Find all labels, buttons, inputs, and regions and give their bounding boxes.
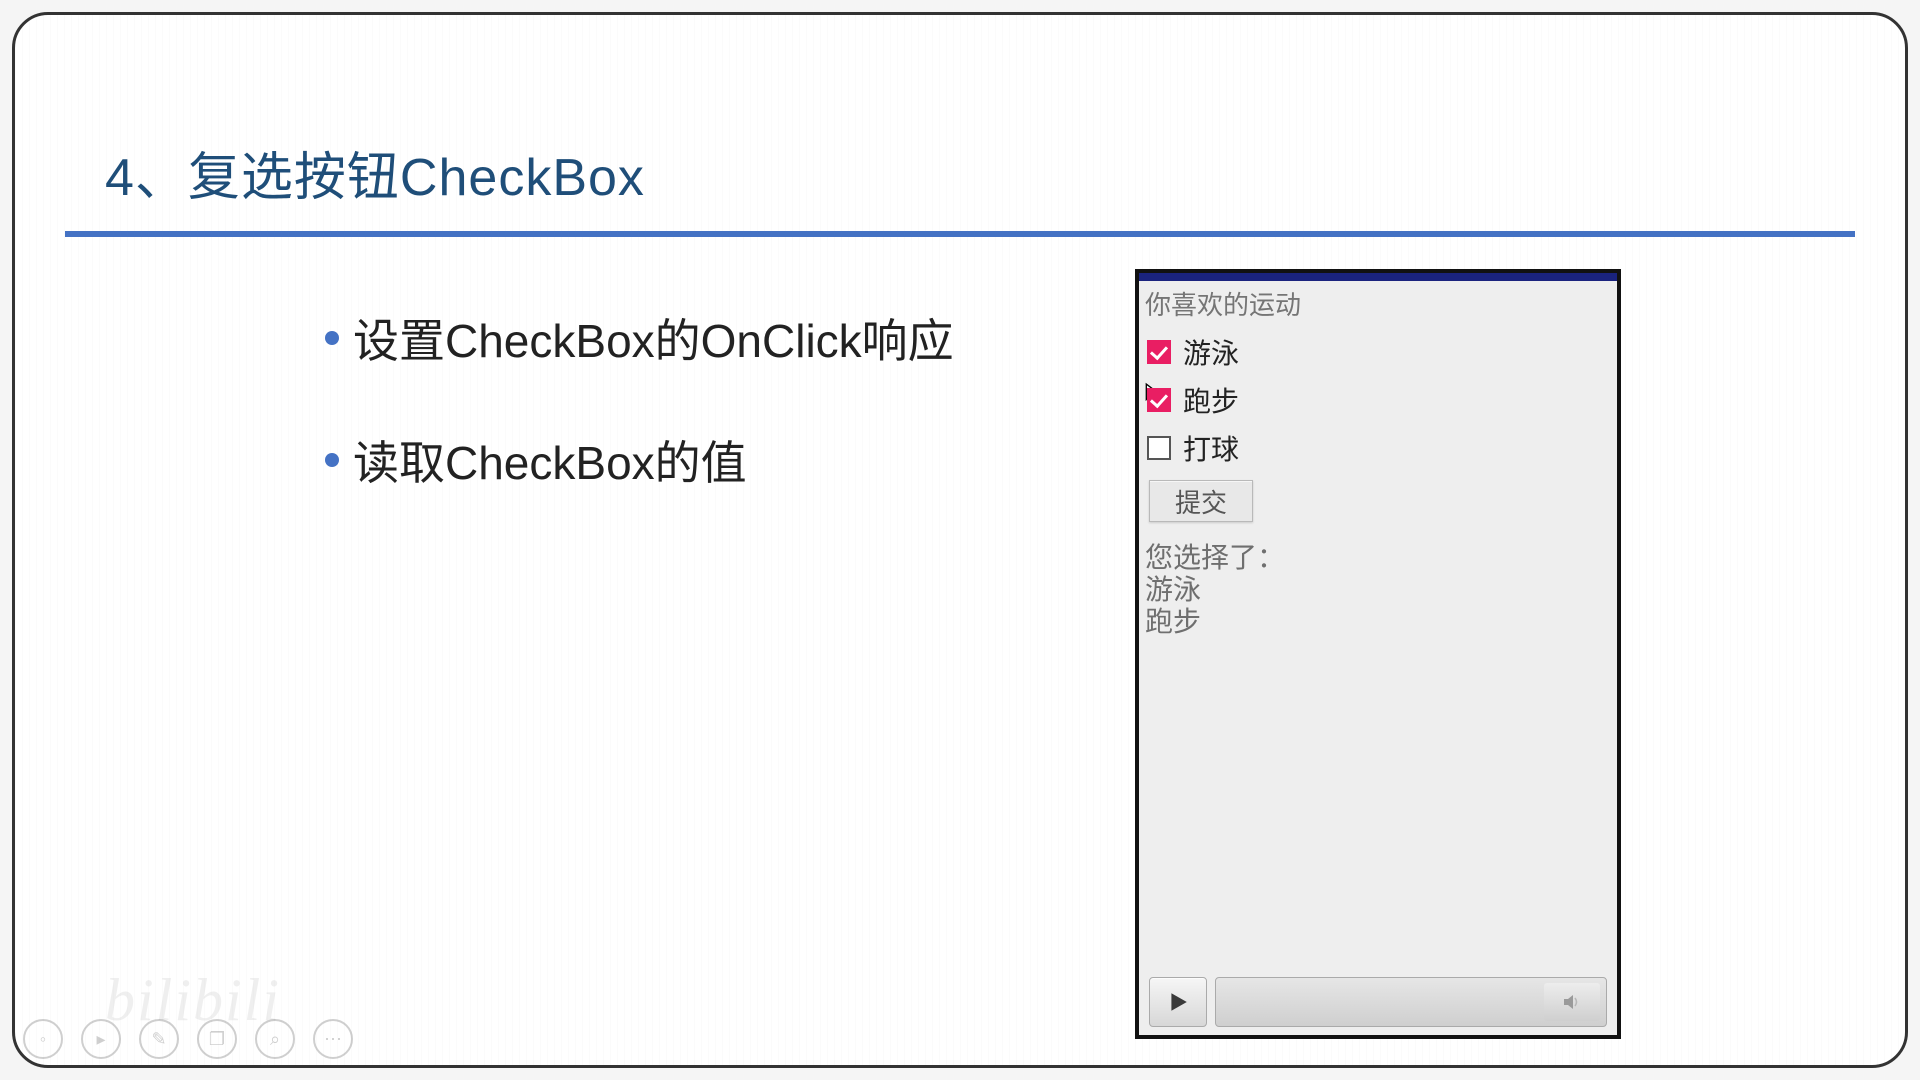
bullet-item: 设置CheckBox的OnClick响应: [325, 305, 954, 371]
app-prompt-label: 你喜欢的运动: [1139, 281, 1617, 328]
pointer-tool-icon[interactable]: ◦: [23, 1019, 63, 1059]
bullet-list: 设置CheckBox的OnClick响应 读取CheckBox的值: [325, 305, 954, 549]
checkbox-icon[interactable]: [1147, 340, 1171, 364]
checkbox-label: 打球: [1183, 428, 1239, 468]
phone-mock: 你喜欢的运动 游泳 跑步 打球 提交 您选择了： 游泳 跑步: [1135, 269, 1621, 1039]
phone-statusbar: [1139, 273, 1617, 281]
result-item: 游泳: [1145, 574, 1611, 606]
bullet-text: 设置CheckBox的OnClick响应: [353, 305, 954, 371]
speaker-icon: [1562, 992, 1582, 1012]
slide-frame: 4、复选按钮CheckBox 设置CheckBox的OnClick响应 读取Ch…: [12, 12, 1908, 1068]
result-block: 您选择了： 游泳 跑步: [1139, 522, 1617, 639]
seek-bar[interactable]: [1215, 977, 1607, 1027]
checkbox-row[interactable]: 跑步: [1139, 376, 1617, 424]
checkbox-icon[interactable]: [1147, 436, 1171, 460]
result-item: 跑步: [1145, 606, 1611, 638]
checkbox-row[interactable]: 游泳: [1139, 328, 1617, 376]
submit-label: 提交: [1175, 483, 1227, 520]
copy-tool-icon[interactable]: ❐: [197, 1019, 237, 1059]
pen-tool-icon[interactable]: ✎: [139, 1019, 179, 1059]
checkbox-label: 游泳: [1183, 332, 1239, 372]
presenter-toolbar: ◦ ▸ ✎ ❐ ⌕ ⋯: [23, 1019, 353, 1059]
play-icon: [1167, 991, 1189, 1013]
next-tool-icon[interactable]: ▸: [81, 1019, 121, 1059]
zoom-tool-icon[interactable]: ⌕: [255, 1019, 295, 1059]
volume-button[interactable]: [1544, 983, 1600, 1021]
more-tool-icon[interactable]: ⋯: [313, 1019, 353, 1059]
checkbox-icon[interactable]: [1147, 388, 1171, 412]
submit-button[interactable]: 提交: [1149, 480, 1253, 522]
title-underline: [65, 231, 1855, 237]
bullet-text: 读取CheckBox的值: [353, 427, 747, 493]
result-heading: 您选择了：: [1145, 542, 1611, 574]
slide-title: 4、复选按钮CheckBox: [105, 135, 645, 210]
bullet-item: 读取CheckBox的值: [325, 427, 954, 493]
checkbox-row[interactable]: 打球: [1139, 424, 1617, 472]
play-button[interactable]: [1149, 977, 1207, 1027]
checkbox-label: 跑步: [1183, 380, 1239, 420]
phone-bottom-bar: [1149, 977, 1607, 1027]
